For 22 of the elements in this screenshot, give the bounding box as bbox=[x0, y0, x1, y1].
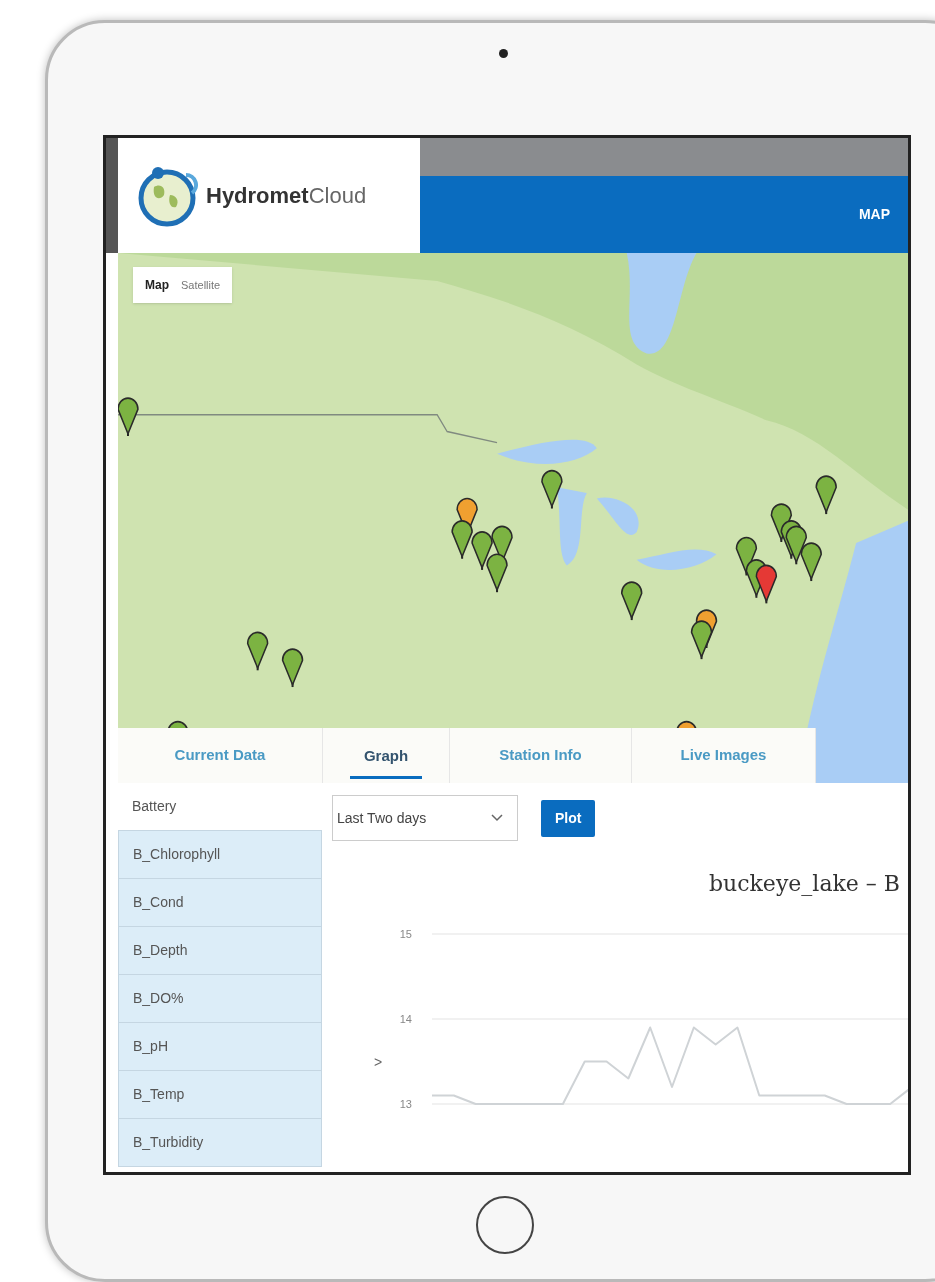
sidebar-item[interactable]: B_Temp bbox=[118, 1071, 322, 1119]
y-tick-label: 14 bbox=[399, 1013, 412, 1025]
chevron-down-icon bbox=[491, 814, 503, 822]
sidebar-item[interactable]: B_Depth bbox=[118, 927, 322, 975]
map-type-button[interactable]: Map bbox=[145, 276, 169, 294]
sidebar-item[interactable]: B_pH bbox=[118, 1023, 322, 1071]
y-tick-label: 15 bbox=[399, 928, 412, 940]
plot-button[interactable]: Plot bbox=[541, 799, 596, 837]
tab[interactable]: Graph bbox=[323, 728, 450, 783]
range-select[interactable]: Last Two days bbox=[332, 795, 518, 841]
globe-logo-icon bbox=[136, 164, 198, 227]
camera-icon bbox=[499, 49, 508, 58]
nav-link[interactable]: MAP bbox=[858, 204, 890, 225]
chart-title: buckeye_lake – B bbox=[708, 870, 900, 898]
y-axis-label: > bbox=[374, 1053, 383, 1070]
sidebar-item[interactable]: B_Cond bbox=[118, 879, 322, 927]
sidebar-item[interactable]: B_Turbidity bbox=[118, 1119, 322, 1167]
brand-name: HydrometCloud bbox=[206, 182, 367, 210]
y-tick-label: 13 bbox=[399, 1098, 412, 1110]
sidebar-item[interactable]: B_Chlorophyll bbox=[118, 831, 322, 879]
map-type-button[interactable]: Satellite bbox=[181, 276, 221, 294]
sidebar-item[interactable]: B_DO% bbox=[118, 975, 322, 1023]
